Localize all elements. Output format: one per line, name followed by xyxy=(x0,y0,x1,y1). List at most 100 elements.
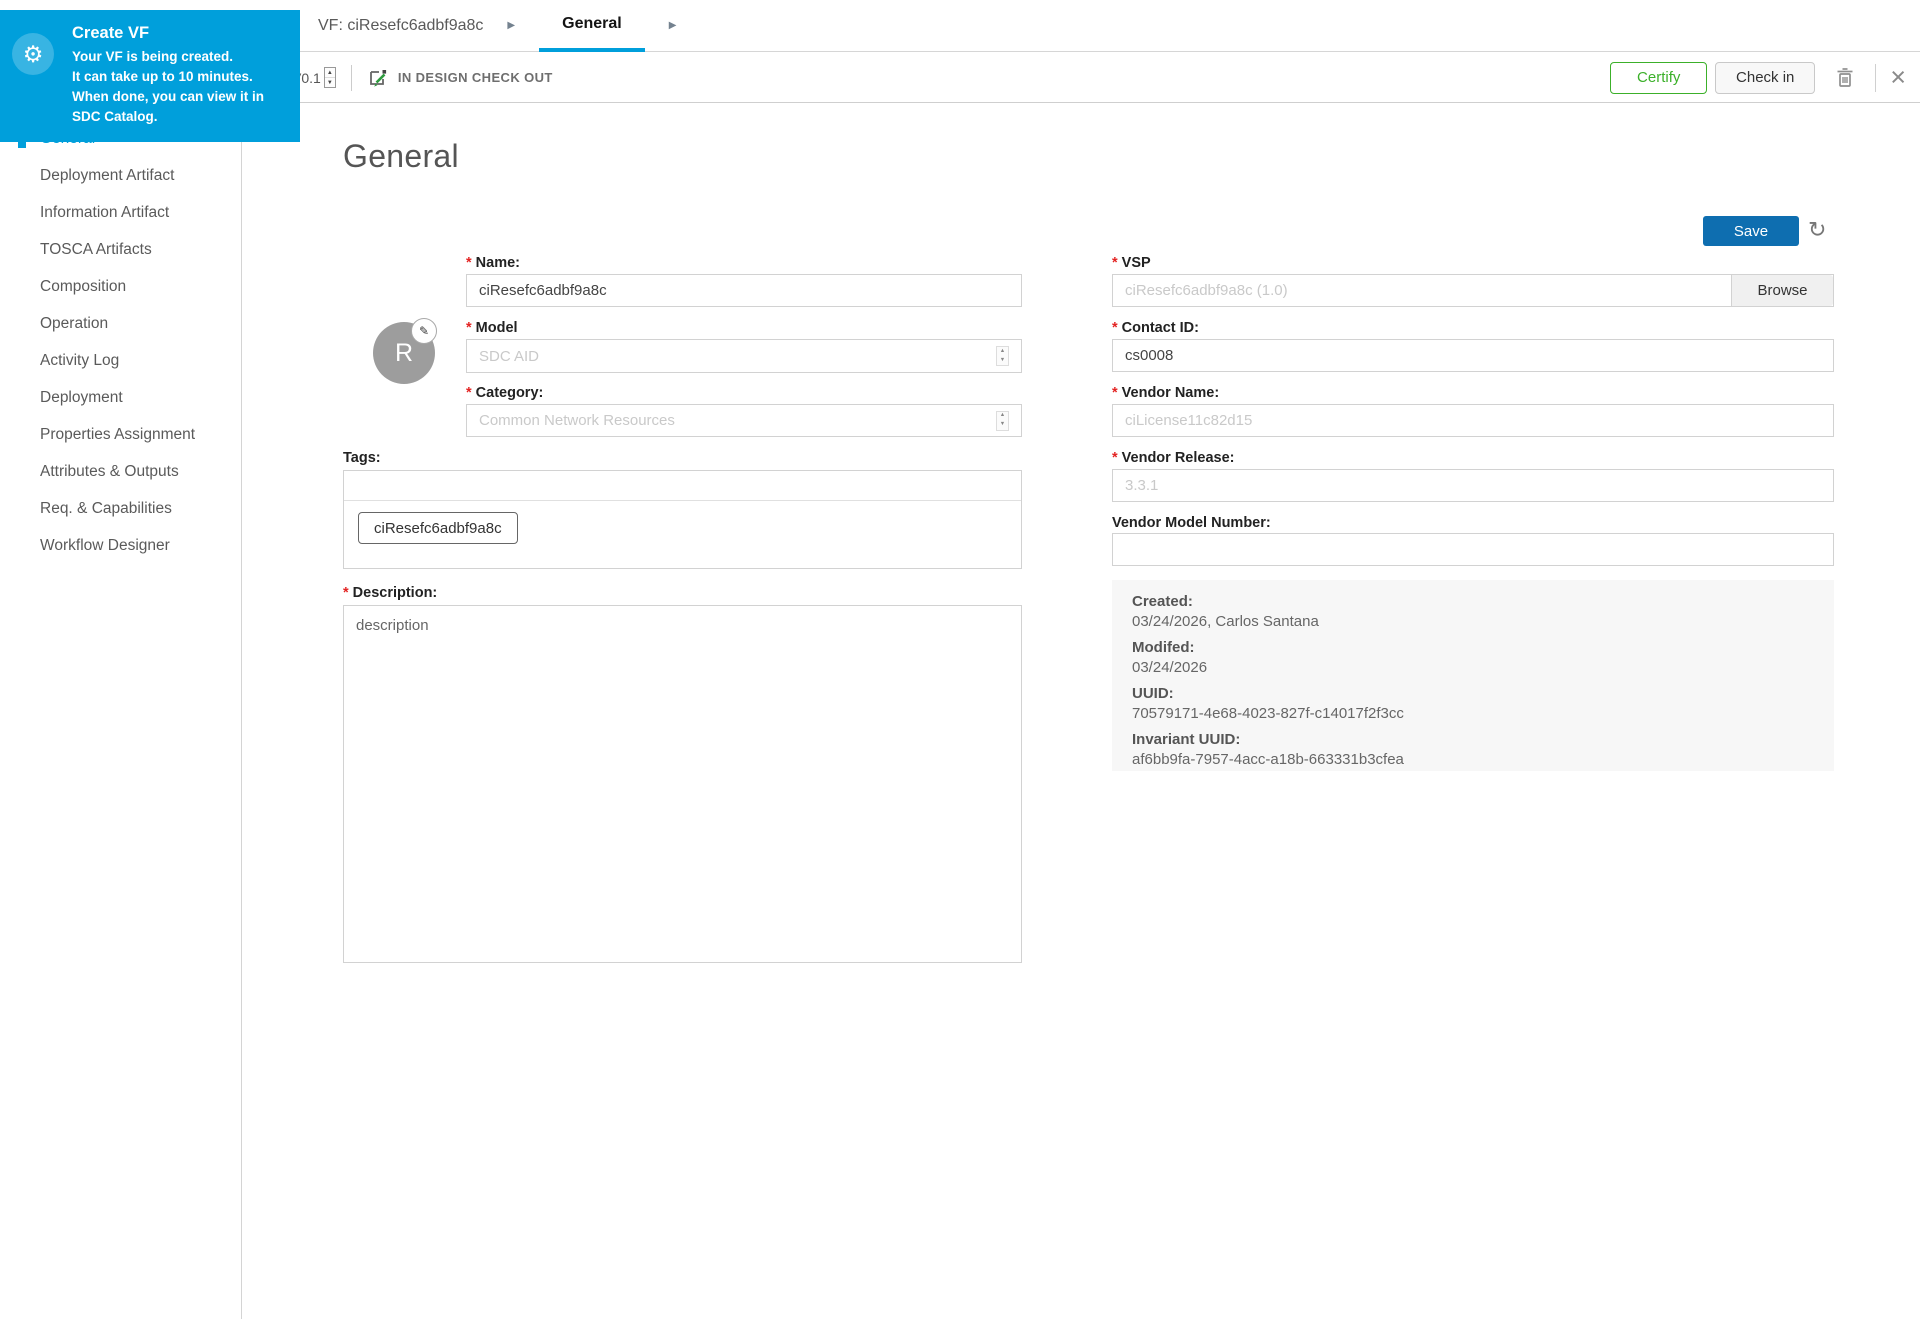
gear-icon: ⚙ xyxy=(12,33,54,75)
uuid-label: UUID: xyxy=(1132,684,1814,704)
check-in-button[interactable]: Check in xyxy=(1715,62,1815,94)
toast-texts: Create VF Your VF is being created. It c… xyxy=(72,24,292,127)
contact-id-input[interactable] xyxy=(1112,339,1834,372)
description-label: *Description: xyxy=(343,585,437,601)
vendor-release-label: *Vendor Release: xyxy=(1112,450,1234,466)
created-value: 03/24/2026, Carlos Santana xyxy=(1132,612,1814,632)
sidebar-item-label: Operation xyxy=(40,315,108,333)
lifecycle-state-label: IN DESIGN CHECK OUT xyxy=(398,70,553,85)
name-label: *Name: xyxy=(466,255,520,271)
sidebar-item-req-capabilities[interactable]: Req. & Capabilities xyxy=(0,490,241,527)
sidebar-item-label: Activity Log xyxy=(40,352,119,370)
invariant-uuid-label: Invariant UUID: xyxy=(1132,730,1814,750)
sidebar-item-attributes-outputs[interactable]: Attributes & Outputs xyxy=(0,453,241,490)
required-mark: * xyxy=(343,585,349,601)
sidebar-item-operation[interactable]: Operation xyxy=(0,305,241,342)
category-select-value: Common Network Resources xyxy=(479,412,996,429)
required-mark: * xyxy=(1112,320,1118,336)
vendor-release-input[interactable] xyxy=(1112,469,1834,502)
vsp-label: *VSP xyxy=(1112,255,1151,271)
sidebar-item-label: Information Artifact xyxy=(40,204,169,222)
refresh-icon: ↻ xyxy=(1808,217,1826,242)
required-mark: * xyxy=(466,320,472,336)
tab-general[interactable]: General xyxy=(539,0,645,52)
tab-vf-breadcrumb[interactable]: VF: ciResefc6adbf9a8c xyxy=(318,17,483,35)
sidebar-item-activity-log[interactable]: Activity Log xyxy=(0,342,241,379)
create-vf-toast: ⚙ Create VF Your VF is being created. It… xyxy=(0,10,300,142)
version-stepper[interactable]: ▲ ▼ xyxy=(324,67,336,88)
divider xyxy=(1875,64,1876,92)
required-mark: * xyxy=(1112,385,1118,401)
invariant-uuid-value: af6bb9fa-7957-4acc-a18b-663331b3cfea xyxy=(1132,750,1814,770)
close-icon: × xyxy=(1890,62,1906,92)
required-mark: * xyxy=(1112,450,1118,466)
category-select-spinner[interactable]: ▲▼ xyxy=(996,411,1009,431)
required-mark: * xyxy=(466,385,472,401)
tag-chip[interactable]: ciResefc6adbf9a8c xyxy=(358,512,518,544)
sidebar: General Deployment Artifact Information … xyxy=(0,104,242,1319)
tags-label: Tags: xyxy=(343,450,381,466)
avatar-letter: R xyxy=(395,339,413,368)
sdc-workspace: VF: ciResefc6adbf9a8c ▶ General ▶ V0.1 ▲… xyxy=(0,0,1920,1319)
sidebar-item-deployment-artifact[interactable]: Deployment Artifact xyxy=(0,157,241,194)
sidebar-item-composition[interactable]: Composition xyxy=(0,268,241,305)
sidebar-item-information-artifact[interactable]: Information Artifact xyxy=(0,194,241,231)
checkout-pencil-icon xyxy=(367,67,389,89)
close-button[interactable]: × xyxy=(1890,64,1906,91)
modified-label: Modifed: xyxy=(1132,638,1814,658)
trash-icon xyxy=(1833,66,1857,90)
browse-button[interactable]: Browse xyxy=(1731,275,1833,306)
delete-button[interactable] xyxy=(1833,66,1857,90)
sidebar-item-label: Deployment Artifact xyxy=(40,167,174,185)
stepper-up-icon: ▲ xyxy=(325,68,335,78)
sidebar-item-label: Req. & Capabilities xyxy=(40,500,172,518)
name-input[interactable] xyxy=(466,274,1022,307)
created-label: Created: xyxy=(1132,592,1814,612)
toolbar-actions: Certify Check in × xyxy=(1610,62,1906,94)
divider xyxy=(351,65,352,91)
save-button[interactable]: Save xyxy=(1703,216,1799,246)
required-mark: * xyxy=(1112,255,1118,271)
vendor-name-input[interactable] xyxy=(1112,404,1834,437)
tags-input[interactable] xyxy=(344,471,1021,501)
vendor-name-label: *Vendor Name: xyxy=(1112,385,1219,401)
tags-container: ciResefc6adbf9a8c xyxy=(343,470,1022,569)
metadata-panel: Created: 03/24/2026, Carlos Santana Modi… xyxy=(1112,580,1834,771)
sidebar-item-label: Deployment xyxy=(40,389,123,407)
sidebar-item-label: Composition xyxy=(40,278,126,296)
sidebar-item-label: TOSCA Artifacts xyxy=(40,241,152,259)
chevron-right-icon: ▶ xyxy=(507,21,515,31)
category-select[interactable]: Common Network Resources ▲▼ xyxy=(466,404,1022,437)
stepper-down-icon: ▼ xyxy=(325,78,335,87)
model-select-spinner[interactable]: ▲▼ xyxy=(996,346,1009,366)
model-select[interactable]: SDC AID ▲▼ xyxy=(466,339,1022,373)
sidebar-item-deployment[interactable]: Deployment xyxy=(0,379,241,416)
sidebar-item-label: Properties Assignment xyxy=(40,426,195,444)
page-title: General xyxy=(343,138,459,175)
vendor-model-number-input[interactable] xyxy=(1112,533,1834,566)
certify-button[interactable]: Certify xyxy=(1610,62,1707,94)
chevron-right-icon: ▶ xyxy=(669,21,677,31)
category-label: *Category: xyxy=(466,385,543,401)
model-label: *Model xyxy=(466,320,518,336)
pencil-icon: ✎ xyxy=(419,324,429,338)
sidebar-item-workflow-designer[interactable]: Workflow Designer xyxy=(0,527,241,564)
contact-id-label: *Contact ID: xyxy=(1112,320,1199,336)
modified-value: 03/24/2026 xyxy=(1132,658,1814,678)
vsp-field: ciResefc6adbf9a8c (1.0) Browse xyxy=(1112,274,1834,307)
edit-avatar-button[interactable]: ✎ xyxy=(411,318,437,344)
toast-body: Your VF is being created. It can take up… xyxy=(72,47,292,127)
vendor-model-number-label: Vendor Model Number: xyxy=(1112,515,1271,531)
required-mark: * xyxy=(466,255,472,271)
vsp-value: ciResefc6adbf9a8c (1.0) xyxy=(1113,275,1731,306)
uuid-value: 70579171-4e68-4023-827f-c14017f2f3cc xyxy=(1132,704,1814,724)
sidebar-item-label: Workflow Designer xyxy=(40,537,170,555)
toast-title: Create VF xyxy=(72,24,292,43)
sidebar-item-properties-assignment[interactable]: Properties Assignment xyxy=(0,416,241,453)
sidebar-item-tosca-artifacts[interactable]: TOSCA Artifacts xyxy=(0,231,241,268)
sidebar-item-label: Attributes & Outputs xyxy=(40,463,179,481)
tabs: VF: ciResefc6adbf9a8c ▶ General ▶ xyxy=(318,0,700,51)
description-textarea[interactable]: description xyxy=(343,605,1022,963)
revert-button[interactable]: ↻ xyxy=(1808,214,1826,246)
model-select-value: SDC AID xyxy=(479,348,996,365)
